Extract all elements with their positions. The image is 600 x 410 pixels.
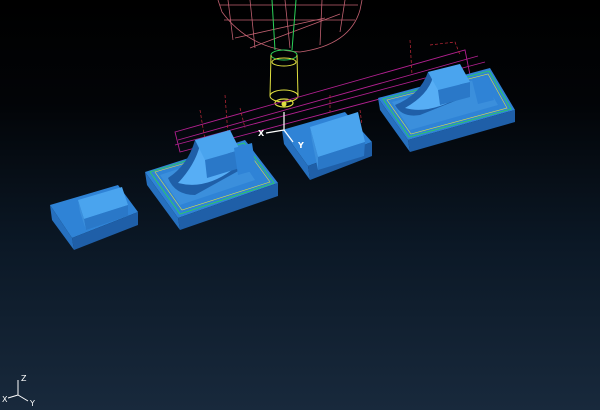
part-block-1[interactable] xyxy=(50,185,138,250)
triad-x-label: X xyxy=(2,395,8,404)
part-curved-4[interactable] xyxy=(378,64,515,152)
orientation-triad[interactable]: Z X Y xyxy=(2,374,35,408)
workplane-x-label: X xyxy=(258,129,265,138)
spindle-shank xyxy=(269,0,299,108)
triad-z-label: Z xyxy=(21,374,27,383)
machine-head-wireframe xyxy=(217,0,363,53)
cad-3d-viewport[interactable]: X Y Z X Y xyxy=(0,0,600,410)
part-block-3[interactable] xyxy=(282,112,372,180)
scene-canvas[interactable]: X Y Z X Y xyxy=(0,0,600,410)
triad-y-label: Y xyxy=(29,399,35,408)
part-curved-2[interactable] xyxy=(145,130,278,230)
workplane-y-label: Y xyxy=(297,141,304,150)
